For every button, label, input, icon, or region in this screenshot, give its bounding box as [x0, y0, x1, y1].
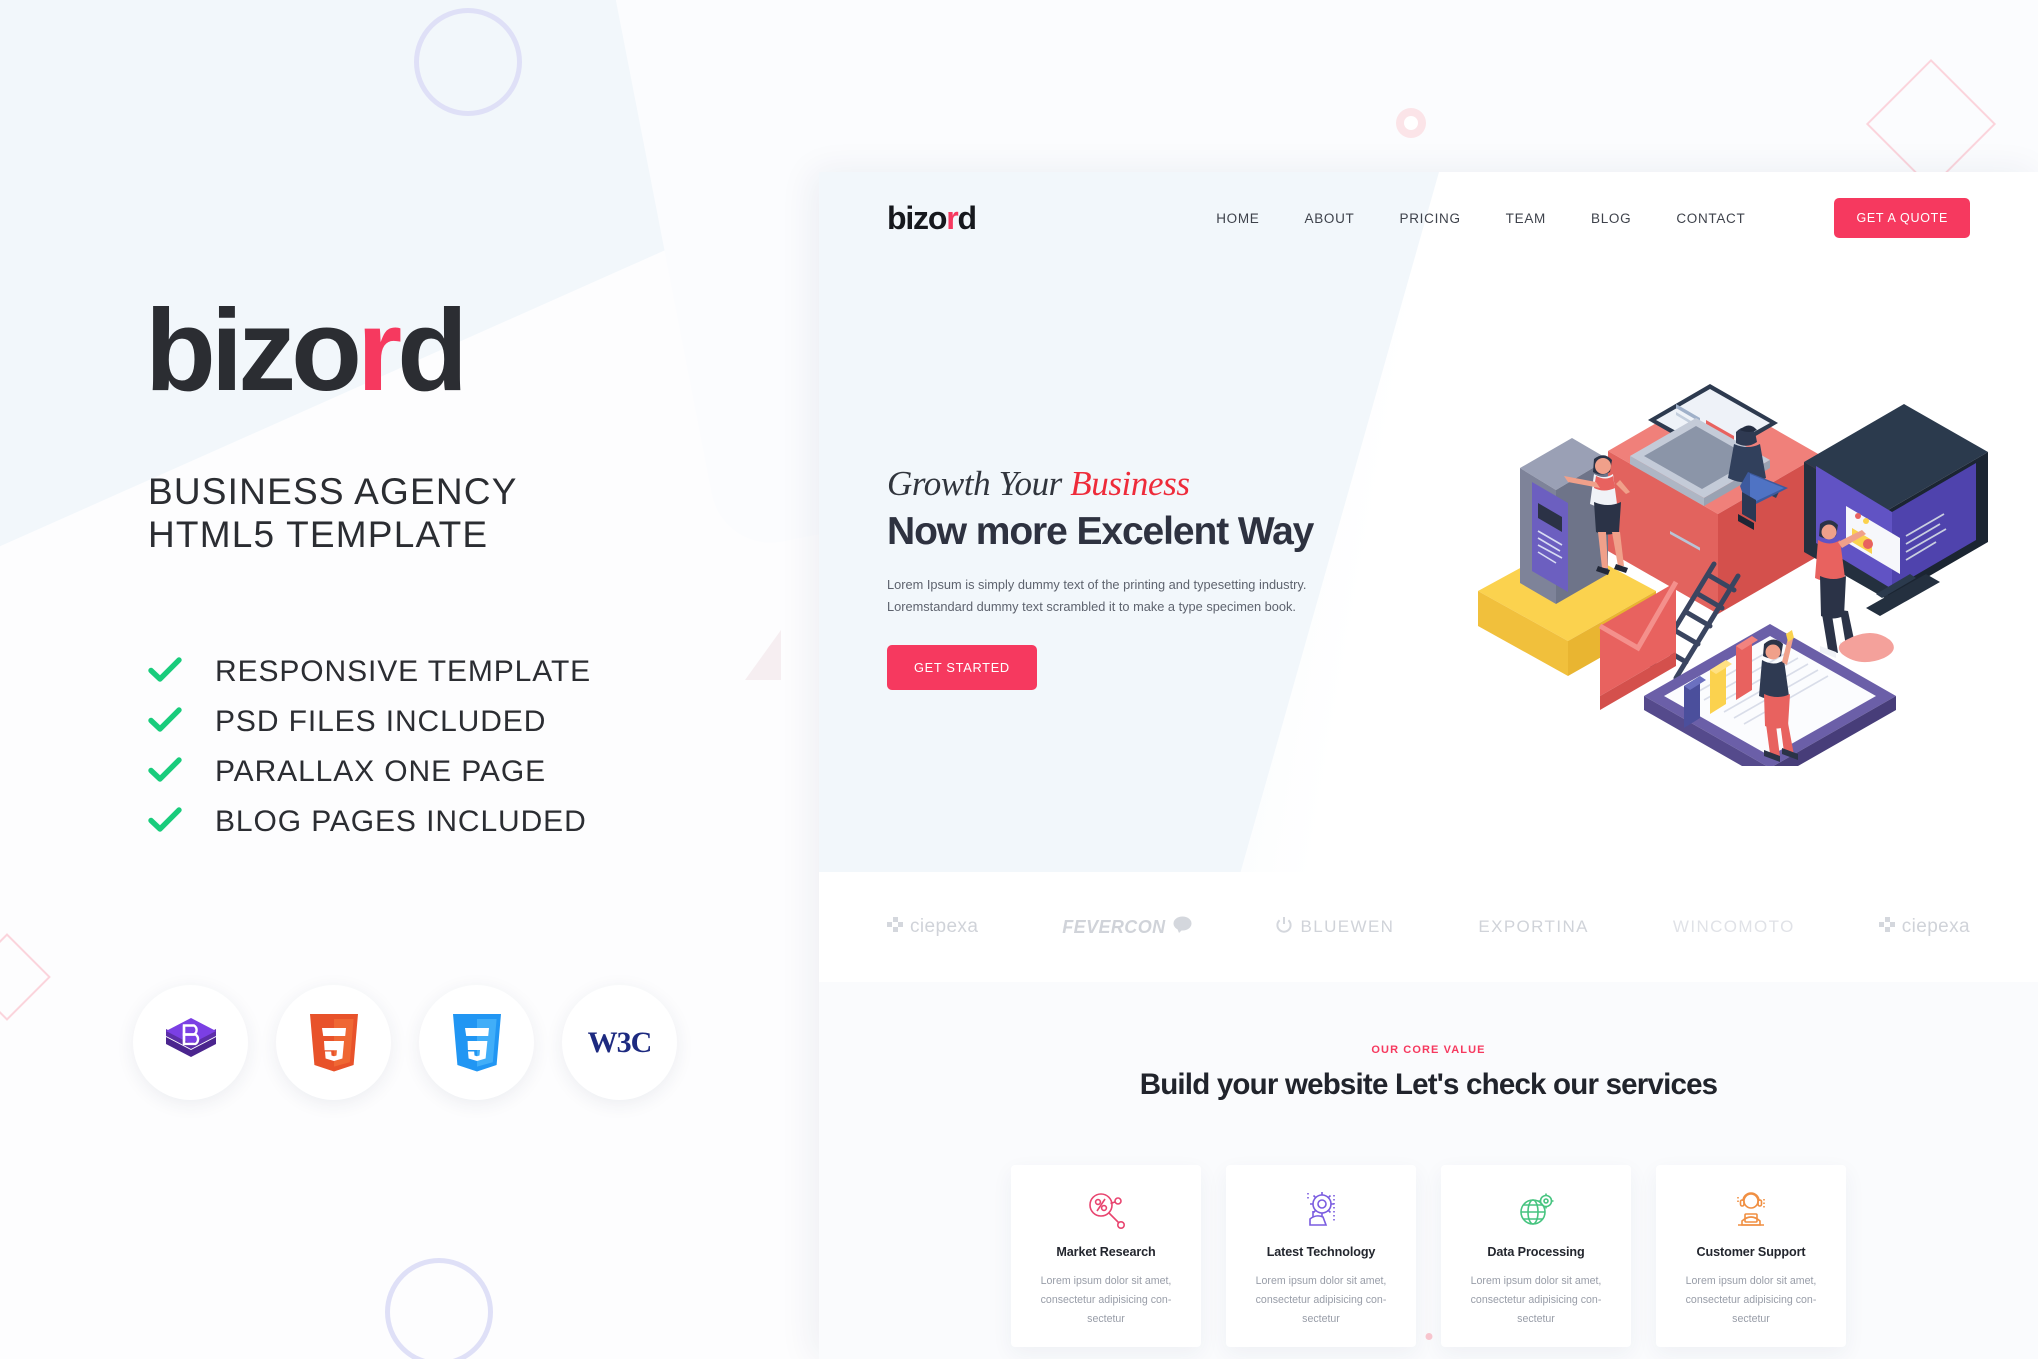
promo-logo-part2: d — [397, 285, 468, 415]
check-icon — [148, 706, 182, 738]
hero-illustration — [1448, 346, 2008, 782]
promo-logo: bizord — [145, 292, 468, 408]
promo-logo-part1: bizo — [145, 285, 362, 415]
service-title: Latest Technology — [1266, 1245, 1376, 1259]
feature-label: RESPONSIVE TEMPLATE — [215, 655, 592, 688]
feature-item: RESPONSIVE TEMPLATE — [148, 655, 591, 689]
site-brand-accent: r — [946, 199, 958, 236]
service-card-customer-support[interactable]: Customer Support Lorem ipsum dolor sit a… — [1656, 1165, 1846, 1347]
chat-bubble-icon — [1173, 916, 1192, 938]
magnifier-percent-icon — [1085, 1188, 1127, 1232]
client-name: FEVERCON — [1062, 916, 1166, 937]
headset-agent-icon — [1730, 1188, 1772, 1232]
client-logo-wincomoto: WINCOMOTO — [1673, 917, 1795, 937]
hero-subtitle-plain: Growth Your — [887, 464, 1071, 503]
check-icon — [148, 656, 182, 688]
service-description: Lorem ipsum dolor sit amet, consectetur … — [1470, 1275, 1602, 1325]
promo-logo-accent: r — [356, 285, 402, 415]
feature-label: BLOG PAGES INCLUDED — [215, 805, 587, 838]
hero-title: Now more Excelent Way — [887, 510, 1314, 553]
site-brand-part2: d — [957, 199, 977, 236]
hero-section: Growth Your Business Now more Excelent W… — [819, 264, 2038, 872]
services-card-row: Market Research Lorem ipsum dolor sit am… — [819, 1165, 2038, 1347]
promo-tagline-line2: HTML5 TEMPLATE — [148, 514, 489, 556]
client-name: BLUEWEN — [1300, 917, 1395, 936]
service-title: Market Research — [1056, 1245, 1156, 1259]
get-started-button[interactable]: GET STARTED — [887, 644, 1037, 690]
promo-feature-list: RESPONSIVE TEMPLATE PSD FILES INCLUDED P… — [148, 655, 591, 839]
power-icon — [1275, 916, 1293, 939]
bootstrap-badge — [133, 985, 248, 1100]
html5-badge — [276, 985, 391, 1100]
carousel-dot-indicator[interactable] — [1425, 1333, 1432, 1340]
service-description: Lorem ipsum dolor sit amet, consectetur … — [1255, 1275, 1387, 1325]
squares-icon — [1878, 916, 1895, 938]
feature-label: PSD FILES INCLUDED — [215, 705, 547, 738]
squares-icon — [887, 916, 903, 938]
feature-item: BLOG PAGES INCLUDED — [148, 805, 591, 839]
css3-badge — [419, 985, 534, 1100]
css3-icon — [452, 1013, 501, 1071]
services-heading: Build your website Let's check our servi… — [1139, 1068, 1718, 1101]
hero-subtitle: Growth Your Business — [887, 464, 1387, 504]
decorative-dot-inner-top — [1404, 116, 1418, 130]
check-icon — [148, 806, 182, 838]
nav-item-pricing[interactable]: PRICING — [1400, 211, 1461, 226]
services-eyebrow: OUR CORE VALUE — [1371, 1044, 1486, 1056]
hero-subtitle-accent: Business — [1070, 464, 1190, 503]
client-logo-ciepexa-2: ciepexa — [1878, 916, 1970, 938]
service-card-market-research[interactable]: Market Research Lorem ipsum dolor sit am… — [1011, 1165, 1201, 1347]
client-logo-ciepexa-1: ciepexa — [887, 916, 978, 938]
client-name: WINCOMOTO — [1672, 917, 1795, 936]
service-title: Data Processing — [1487, 1245, 1585, 1259]
hero-paragraph: Lorem Ipsum is simply dummy text of the … — [887, 577, 1307, 615]
client-name: ciepexa — [1901, 916, 1970, 937]
site-navbar: bizord HOME ABOUT PRICING TEAM BLOG CONT… — [819, 172, 2038, 264]
bootstrap-icon — [165, 1017, 216, 1057]
w3c-badge: W3C — [562, 985, 677, 1100]
nav-item-home[interactable]: HOME — [1216, 211, 1259, 226]
head-gear-icon — [1300, 1188, 1342, 1232]
check-icon — [148, 756, 182, 788]
globe-gear-icon — [1515, 1188, 1557, 1232]
nav-links: HOME ABOUT PRICING TEAM BLOG CONTACT GET… — [1216, 198, 1970, 238]
service-card-latest-technology[interactable]: Latest Technology Lorem ipsum dolor sit … — [1226, 1165, 1416, 1347]
service-description: Lorem ipsum dolor sit amet, consectetur … — [1685, 1275, 1817, 1325]
service-title: Customer Support — [1696, 1245, 1806, 1259]
client-logo-strip: ciepexa FEVERCON BLUEWEN EXPORTINA WINCO… — [819, 872, 2038, 982]
client-logo-fevercon: FEVERCON — [1062, 916, 1191, 938]
nav-item-about[interactable]: ABOUT — [1305, 211, 1355, 226]
feature-item: PSD FILES INCLUDED — [148, 705, 591, 739]
service-description: Lorem ipsum dolor sit amet, consectetur … — [1040, 1275, 1172, 1325]
promo-panel: bizord BUSINESS AGENCY HTML5 TEMPLATE RE… — [0, 0, 819, 1359]
tech-badge-row: W3C — [133, 985, 677, 1100]
feature-item: PARALLAX ONE PAGE — [148, 755, 591, 789]
client-name: ciepexa — [910, 916, 979, 937]
services-section: OUR CORE VALUE Build your website Let's … — [819, 982, 2038, 1359]
w3c-label: W3C — [587, 1025, 653, 1059]
hero-copy: Growth Your Business Now more Excelent W… — [887, 464, 1387, 690]
promo-tagline-line1: BUSINESS AGENCY — [148, 471, 518, 512]
nav-item-team[interactable]: TEAM — [1506, 211, 1546, 226]
nav-item-blog[interactable]: BLOG — [1591, 211, 1631, 226]
client-name: EXPORTINA — [1478, 917, 1589, 936]
website-mockup: bizord HOME ABOUT PRICING TEAM BLOG CONT… — [819, 172, 2038, 1359]
client-logo-exportina: EXPORTINA — [1478, 917, 1589, 937]
site-brand-logo[interactable]: bizord — [887, 199, 977, 237]
get-a-quote-button[interactable]: GET A QUOTE — [1834, 198, 1970, 238]
nav-item-contact[interactable]: CONTACT — [1676, 211, 1745, 226]
html5-icon — [309, 1013, 358, 1071]
feature-label: PARALLAX ONE PAGE — [215, 755, 546, 788]
promo-tagline: BUSINESS AGENCY HTML5 TEMPLATE — [148, 470, 518, 557]
service-card-data-processing[interactable]: Data Processing Lorem ipsum dolor sit am… — [1441, 1165, 1631, 1347]
client-logo-bluewen: BLUEWEN — [1275, 916, 1394, 939]
site-brand-part1: bizo — [887, 199, 947, 236]
